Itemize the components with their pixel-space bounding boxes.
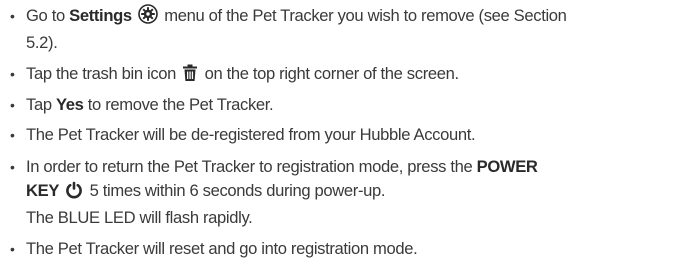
item-text-line2: 5.2). [26,33,58,52]
item-text-pre: Tap the trash bin icon [26,64,181,83]
bullet: • [10,97,15,113]
yes-label: Yes [55,95,84,114]
bullet: • [10,8,15,24]
item-text: The Pet Tracker will be de-registered fr… [26,125,476,144]
bullet: • [10,127,15,143]
item-text-post: menu of the Pet Tracker you wish to remo… [160,6,567,25]
instruction-list: • Go to Settings menu of the Pet Tracker… [0,0,678,267]
item-text-post: 5 times within 6 seconds during power-up… [85,181,386,200]
item-text: The Pet Tracker will reset and go into r… [26,239,418,258]
key-label: KEY [26,181,60,200]
item-text-pre: Go to [26,6,70,25]
bullet: • [10,241,15,257]
item-text-pre: In order to return the Pet Tracker to re… [26,157,477,176]
item-text-post: to remove the Pet Tracker. [83,95,274,114]
bullet: • [10,66,15,82]
item-text-post: on the top right corner of the screen. [200,64,460,83]
item-text-line3: The BLUE LED will flash rapidly. [26,208,253,227]
bullet: • [10,159,15,175]
settings-label: Settings [69,6,132,25]
item-text-pre: Tap [26,95,56,114]
power-icon [65,181,83,206]
gear-icon [138,4,158,31]
power-label: POWER [476,157,538,176]
trash-icon [182,64,198,89]
